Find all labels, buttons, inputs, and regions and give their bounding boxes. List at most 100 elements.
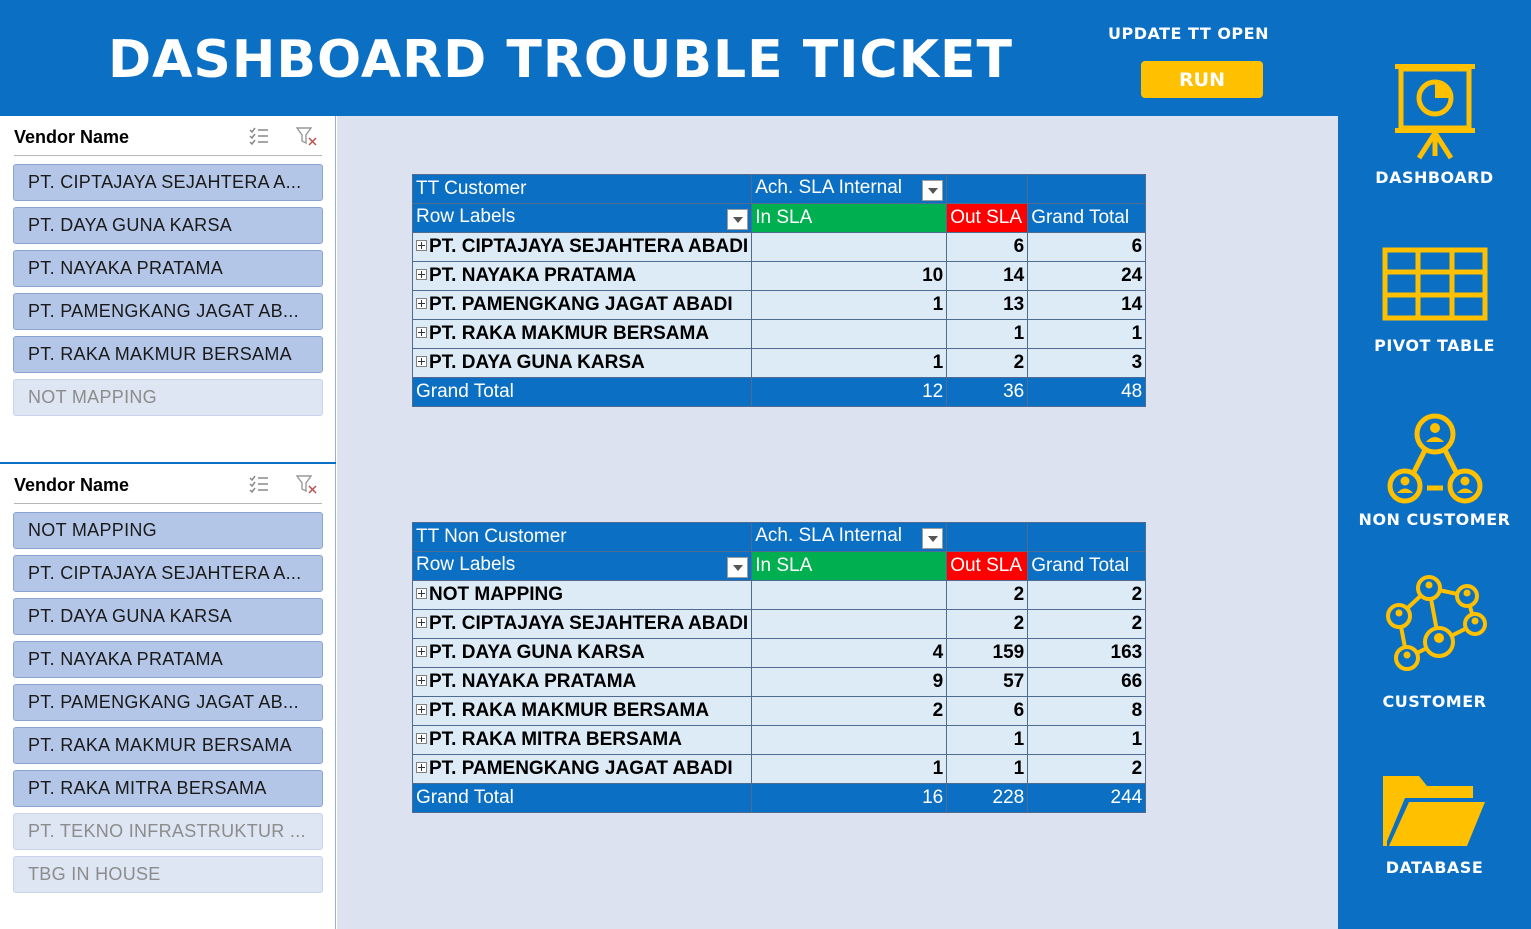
expand-icon[interactable]	[416, 704, 427, 715]
grand-total-row: Grand Total 12 36 48	[411, 377, 1147, 407]
connected-people-icon	[1385, 575, 1487, 671]
vendor-name: PT. DAYA GUNA KARSA	[429, 352, 645, 373]
clear-filter-icon[interactable]	[296, 474, 318, 494]
grand-total-out: 228	[946, 783, 1029, 813]
table-row: PT. DAYA GUNA KARSA 4 159 163	[411, 638, 1147, 668]
column-field-label: Ach. SLA Internal	[755, 525, 903, 546]
table-row: PT. CIPTAJAYA SEJAHTERA ABADI 2 2	[411, 609, 1147, 639]
in-sla-value: 1	[751, 348, 948, 378]
slicer-item[interactable]: PT. PAMENGKANG JAGAT AB...	[13, 684, 323, 721]
table-row: PT. DAYA GUNA KARSA 1 2 3	[411, 348, 1147, 378]
nav-pivot-table[interactable]: PIVOT TABLE	[1338, 246, 1531, 355]
table-row: PT. RAKA MAKMUR BERSAMA 1 1	[411, 319, 1147, 349]
people-network-icon	[1387, 413, 1482, 504]
in-sla-value	[751, 609, 948, 639]
nav-non-customer-label: NON CUSTOMER	[1358, 510, 1511, 529]
nav-dashboard[interactable]: DASHBOARD	[1338, 60, 1531, 187]
slicer-item[interactable]: PT. RAKA MAKMUR BERSAMA	[13, 727, 323, 764]
slicer-item[interactable]: NOT MAPPING	[13, 379, 323, 416]
total-value: 24	[1027, 261, 1147, 291]
slicer-item[interactable]: PT. CIPTAJAYA SEJAHTERA A...	[13, 164, 323, 201]
nav-customer-label: CUSTOMER	[1382, 692, 1487, 711]
column-filter-dropdown[interactable]	[922, 180, 944, 201]
out-sla-value: 2	[946, 609, 1029, 639]
row-filter-dropdown[interactable]	[727, 209, 749, 230]
nav-customer[interactable]: CUSTOMER	[1338, 574, 1531, 711]
expand-icon[interactable]	[416, 298, 427, 309]
row-label: PT. RAKA MAKMUR BERSAMA	[411, 696, 753, 726]
vendor-name: PT. RAKA MAKMUR BERSAMA	[429, 700, 710, 721]
slicer-item[interactable]: TBG IN HOUSE	[13, 856, 323, 893]
vendor-name: PT. RAKA MITRA BERSAMA	[429, 729, 682, 750]
slicer-item[interactable]: PT. RAKA MAKMUR BERSAMA	[13, 336, 323, 373]
in-sla-value: 10	[751, 261, 948, 291]
in-sla-value	[751, 319, 948, 349]
expand-icon[interactable]	[416, 646, 427, 657]
slicer-item[interactable]: PT. RAKA MITRA BERSAMA	[13, 770, 323, 807]
expand-icon[interactable]	[416, 327, 427, 338]
slicer-item[interactable]: PT. DAYA GUNA KARSA	[13, 598, 323, 635]
row-label: PT. RAKA MITRA BERSAMA	[411, 725, 753, 755]
nav-database-label: DATABASE	[1385, 858, 1484, 877]
grand-total-row: Grand Total 16 228 244	[411, 783, 1147, 813]
expand-icon[interactable]	[416, 588, 427, 599]
expand-icon[interactable]	[416, 269, 427, 280]
out-sla-header: Out SLA	[946, 551, 1029, 581]
slicer-item[interactable]: NOT MAPPING	[13, 512, 323, 549]
row-label: PT. DAYA GUNA KARSA	[411, 348, 753, 378]
in-sla-value: 4	[751, 638, 948, 668]
in-sla-value	[751, 232, 948, 262]
multi-select-icon[interactable]	[248, 126, 270, 146]
in-sla-header: In SLA	[751, 203, 948, 233]
slicer-item[interactable]: PT. NAYAKA PRATAMA	[13, 641, 323, 678]
slicer-item[interactable]: PT. CIPTAJAYA SEJAHTERA A...	[13, 555, 323, 592]
expand-icon[interactable]	[416, 617, 427, 628]
out-sla-value: 159	[946, 638, 1029, 668]
in-sla-value	[751, 725, 948, 755]
pivot-title: TT Non Customer	[411, 522, 753, 552]
out-sla-value: 14	[946, 261, 1029, 291]
total-value: 2	[1027, 580, 1147, 610]
slicer-item[interactable]: PT. NAYAKA PRATAMA	[13, 250, 323, 287]
row-filter-dropdown[interactable]	[727, 557, 749, 578]
nav-non-customer[interactable]: NON CUSTOMER	[1338, 412, 1531, 529]
slicer-header: Vendor Name	[14, 116, 322, 156]
row-label: PT. CIPTAJAYA SEJAHTERA ABADI	[411, 609, 753, 639]
table-row: PT. RAKA MITRA BERSAMA 1 1	[411, 725, 1147, 755]
slicer-item[interactable]: PT. PAMENGKANG JAGAT AB...	[13, 293, 323, 330]
row-labels-header: Row Labels	[416, 206, 516, 227]
row-label: PT. PAMENGKANG JAGAT ABADI	[411, 754, 753, 784]
expand-icon[interactable]	[416, 356, 427, 367]
in-sla-value: 1	[751, 754, 948, 784]
row-label: NOT MAPPING	[411, 580, 753, 610]
slicer-item[interactable]: PT. DAYA GUNA KARSA	[13, 207, 323, 244]
slicer-item[interactable]: PT. TEKNO INFRASTRUKTUR ...	[13, 813, 323, 850]
row-label: PT. NAYAKA PRATAMA	[411, 261, 753, 291]
header-banner: DASHBOARD TROUBLE TICKET UPDATE TT OPEN …	[0, 0, 1338, 116]
multi-select-icon[interactable]	[248, 474, 270, 494]
vendor-name: NOT MAPPING	[429, 584, 564, 605]
total-value: 163	[1027, 638, 1147, 668]
row-label: PT. RAKA MAKMUR BERSAMA	[411, 319, 753, 349]
out-sla-value: 1	[946, 319, 1029, 349]
vendor-name: PT. PAMENGKANG JAGAT ABADI	[429, 294, 733, 315]
nav-database[interactable]: DATABASE	[1338, 770, 1531, 877]
row-label: PT. NAYAKA PRATAMA	[411, 667, 753, 697]
row-label: PT. DAYA GUNA KARSA	[411, 638, 753, 668]
expand-icon[interactable]	[416, 240, 427, 251]
table-row: NOT MAPPING 2 2	[411, 580, 1147, 610]
column-filter-dropdown[interactable]	[922, 528, 944, 549]
run-button[interactable]: RUN	[1141, 61, 1263, 98]
vendor-name: PT. RAKA MAKMUR BERSAMA	[429, 323, 710, 344]
expand-icon[interactable]	[416, 762, 427, 773]
grand-total-in: 12	[751, 377, 948, 407]
expand-icon[interactable]	[416, 675, 427, 686]
pivot-table-customer: TT Customer Ach. SLA Internal Row Labels…	[411, 174, 1147, 407]
empty-header-cell	[1027, 522, 1147, 552]
out-sla-value: 6	[946, 232, 1029, 262]
column-field-cell: Ach. SLA Internal	[751, 522, 948, 552]
table-grid-icon	[1382, 247, 1487, 321]
empty-header-cell	[1027, 174, 1147, 204]
clear-filter-icon[interactable]	[296, 126, 318, 146]
expand-icon[interactable]	[416, 733, 427, 744]
